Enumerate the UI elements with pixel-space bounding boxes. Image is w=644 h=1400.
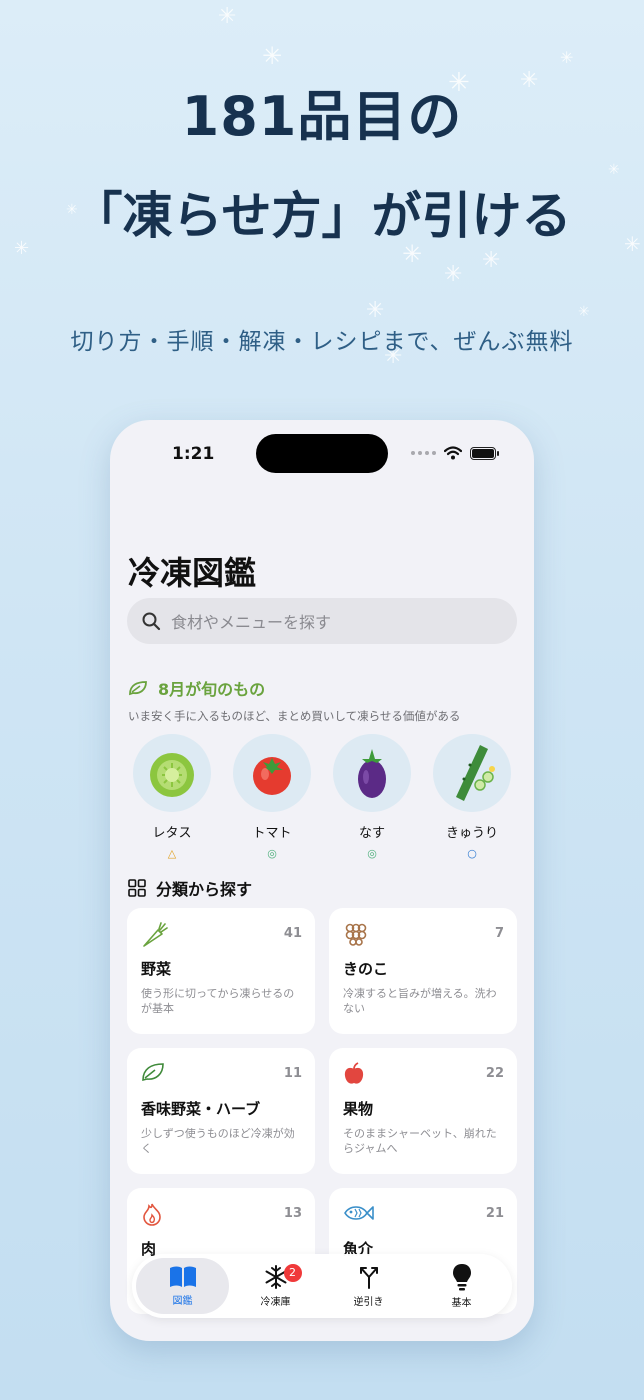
apple-icon	[344, 1062, 364, 1084]
tomato-image	[233, 734, 311, 812]
category-card-fruits[interactable]: 22 果物 そのままシャーベット、崩れたらジャムへ	[329, 1048, 517, 1174]
split-arrow-icon	[359, 1267, 378, 1289]
category-card-herbs[interactable]: 11 香味野菜・ハーブ 少しずつ使うものほど冷凍が効く	[127, 1048, 315, 1174]
snowflake-icon: ✳	[366, 298, 385, 323]
season-item-name: きゅうり	[445, 826, 498, 841]
tab-label: 逆引き	[353, 1297, 384, 1308]
category-header: 分類から探す	[128, 876, 252, 900]
category-count: 11	[283, 1066, 302, 1081]
cucumber-image	[433, 734, 511, 812]
category-count: 13	[283, 1206, 302, 1221]
category-card-mushrooms[interactable]: 7 きのこ 冷凍すると旨みが増える。洗わない	[329, 908, 517, 1034]
category-description: そのままシャーベット、崩れたらジャムへ	[343, 1127, 497, 1155]
season-items: レタス △ トマト ◎ なす ◎ きゅうり ○	[124, 734, 520, 860]
signal-icon	[411, 451, 436, 455]
category-description: 冷凍すると旨みが増える。洗わない	[343, 987, 497, 1015]
snowflake-icon: ✳	[560, 48, 574, 67]
mushroom-icon	[345, 923, 367, 946]
season-item-name: なす	[358, 826, 385, 841]
category-title: 分類から探す	[156, 880, 253, 899]
tab-bar: 図鑑 2 冷凍庫 逆引き 基本	[132, 1254, 512, 1318]
tab-label: 基本	[451, 1298, 472, 1309]
carrot-icon	[143, 922, 168, 947]
category-count: 22	[485, 1066, 504, 1081]
category-count: 7	[494, 926, 504, 941]
search-icon	[142, 612, 161, 631]
season-description: いま安く手に入るものほど、まとめ買いして凍らせる価値がある	[128, 709, 461, 723]
snowflake-icon: ✳	[444, 262, 463, 287]
eggplant-image	[333, 734, 411, 812]
season-item-eggplant[interactable]: なす ◎	[324, 734, 420, 860]
lettuce-image	[133, 734, 211, 812]
category-card-vegetables[interactable]: 41 野菜 使う形に切ってから凍らせるのが基本	[127, 908, 315, 1034]
freezer-badge: 2	[283, 1264, 302, 1282]
phone-screen: 1:21 冷凍図鑑 食材やメニューを探す 8月が旬のもの いま安く手に入るものほ…	[110, 420, 534, 1341]
promo-headline-2: 「凍らせ方」が引ける	[72, 187, 572, 245]
tab-label: 冷凍庫	[260, 1297, 291, 1308]
flame-icon	[143, 1203, 161, 1226]
battery-icon	[470, 446, 499, 460]
season-item-cucumber[interactable]: きゅうり ○	[424, 734, 520, 860]
season-item-tomato[interactable]: トマト ◎	[224, 734, 320, 860]
tab-encyclopedia[interactable]: 図鑑	[136, 1258, 229, 1314]
grid-icon	[128, 879, 146, 897]
category-description: 少しずつ使うものほど冷凍が効く	[141, 1127, 295, 1155]
freeze-rating-mark: △	[167, 847, 177, 860]
wifi-icon	[444, 446, 462, 460]
freeze-rating-mark: ○	[467, 847, 477, 860]
freeze-rating-mark: ◎	[367, 847, 377, 860]
category-name: きのこ	[343, 960, 389, 978]
dynamic-island	[256, 434, 388, 473]
status-icons	[411, 446, 499, 460]
category-count: 21	[485, 1206, 504, 1221]
tab-freezer[interactable]: 2 冷凍庫	[229, 1258, 322, 1314]
category-description: 使う形に切ってから凍らせるのが基本	[141, 987, 295, 1015]
freeze-rating-mark: ◎	[267, 847, 277, 860]
status-time: 1:21	[172, 444, 215, 464]
leaf-icon	[142, 1063, 164, 1082]
season-item-name: レタス	[152, 826, 192, 841]
category-name: 香味野菜・ハーブ	[141, 1100, 261, 1118]
promo-headline: 181品目の	[181, 85, 463, 148]
snowflake-icon: ✳	[482, 248, 501, 273]
page-title: 冷凍図鑑	[128, 554, 257, 592]
tab-label: 図鑑	[172, 1296, 193, 1307]
search-placeholder: 食材やメニューを探す	[171, 613, 332, 632]
category-name: 野菜	[141, 960, 172, 978]
leaf-icon	[129, 681, 147, 696]
season-item-name: トマト	[252, 826, 292, 841]
search-input[interactable]: 食材やメニューを探す	[127, 598, 517, 644]
snowflake-icon: ✳	[218, 4, 237, 29]
snowflake-icon: ✳	[262, 42, 283, 70]
category-name: 果物	[343, 1100, 374, 1118]
tab-basics[interactable]: 基本	[415, 1258, 508, 1314]
book-icon	[169, 1266, 196, 1287]
fish-icon	[344, 1206, 374, 1220]
snowflake-icon: ✳	[578, 304, 590, 320]
tab-reverse-lookup[interactable]: 逆引き	[322, 1258, 415, 1314]
season-item-lettuce[interactable]: レタス △	[124, 734, 220, 860]
promo-subline: 切り方・手順・解凍・レシピまで、ぜんぶ無料	[70, 329, 574, 355]
season-title: 8月が旬のもの	[158, 680, 266, 699]
lightbulb-icon	[452, 1264, 471, 1291]
season-header: 8月が旬のもの	[128, 676, 265, 700]
category-count: 41	[283, 926, 302, 941]
